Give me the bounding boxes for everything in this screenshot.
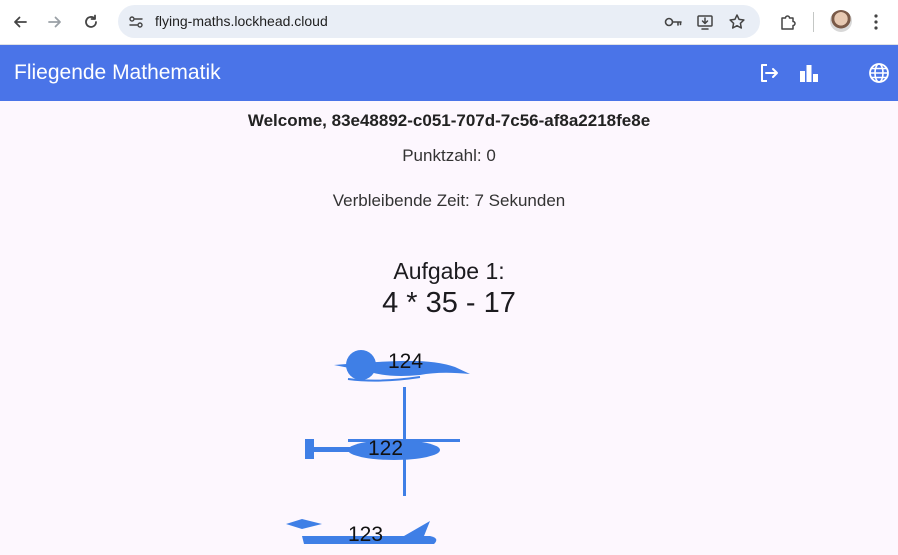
site-settings-icon[interactable] [126,5,146,38]
reload-icon [85,14,97,28]
bookmark-star-icon[interactable] [726,5,748,38]
answer-label-2: 122 [368,437,404,460]
answer-plane-2[interactable]: 122 [304,387,464,497]
toolbar-divider [813,12,814,32]
leaderboard-icon [800,65,818,82]
extensions-button[interactable] [774,8,802,36]
welcome-text: Welcome, 83e48892-c051-707d-7c56-af8a221… [247,111,651,130]
answer-plane-1[interactable]: 124 [330,347,475,383]
puzzle-icon [781,15,796,30]
timer-text: Verbleibende Zeit: 7 Sekunden [332,191,566,210]
back-arrow-icon [14,16,27,28]
answer-label-3: 123 [348,523,384,546]
equation-text: 4 * 35 - 17 [382,287,516,319]
install-app-icon[interactable] [694,5,716,38]
url-text[interactable]: flying-maths.lockhead.cloud [155,5,328,38]
language-button[interactable] [867,61,891,85]
forward-arrow-icon [48,16,61,28]
score-text: Punktzahl: 0 [402,146,496,165]
browser-toolbar: flying-maths.lockhead.cloud [0,0,898,45]
app-bar: Fliegende Mathematik [0,45,898,101]
globe-icon [869,63,889,83]
back-button[interactable] [6,8,34,36]
app-title: Fliegende Mathematik [14,61,221,84]
reload-button[interactable] [77,8,105,36]
forward-button[interactable] [41,8,69,36]
kebab-menu-icon [874,14,878,30]
password-key-icon[interactable] [662,5,684,38]
menu-button[interactable] [862,8,890,36]
game-area: Welcome, 83e48892-c051-707d-7c56-af8a221… [0,101,898,550]
task-label: Aufgabe 1: [393,258,505,284]
leaderboard-button[interactable] [797,61,821,85]
answer-label-1: 124 [388,350,424,373]
logout-icon [761,64,778,82]
logout-button[interactable] [757,61,781,85]
address-bar[interactable]: flying-maths.lockhead.cloud [118,5,760,38]
profile-avatar[interactable] [830,10,852,32]
answer-plane-3[interactable]: 123 [284,516,444,550]
